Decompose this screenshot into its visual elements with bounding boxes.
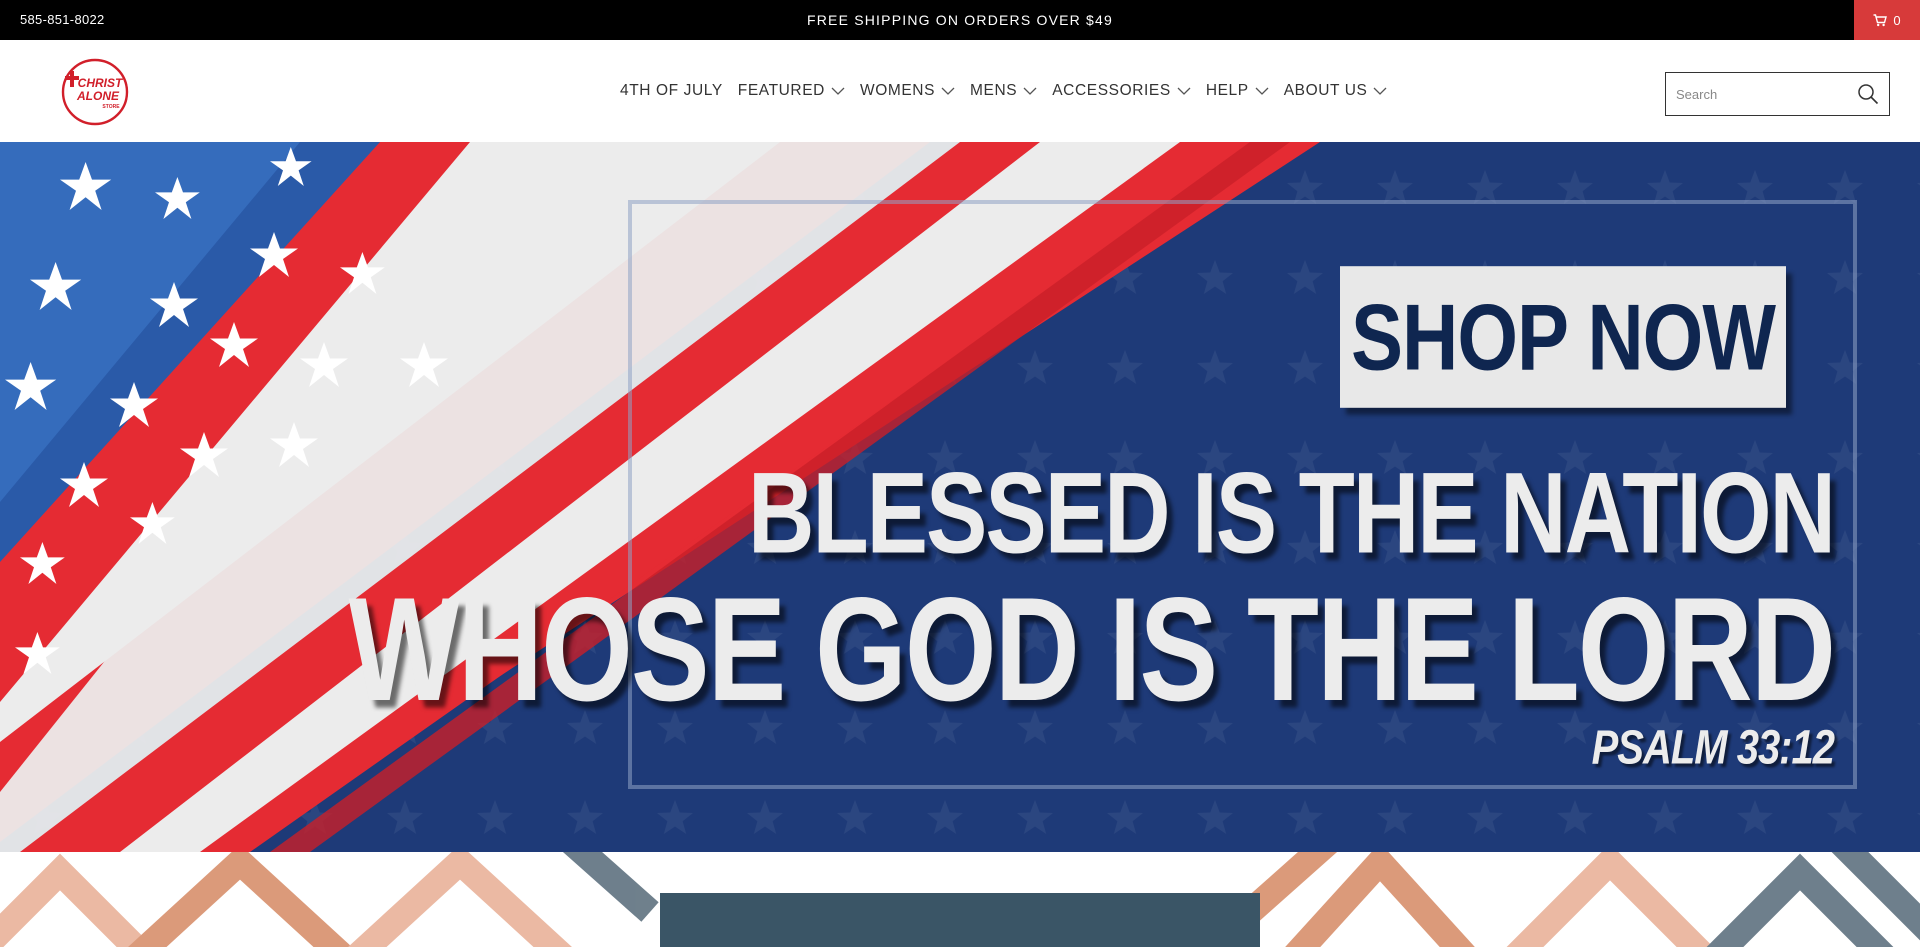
search-box	[1665, 72, 1890, 116]
hero-banner[interactable]: SHOP NOW BLESSED IS THE NATION WHOSE GOD…	[0, 142, 1920, 852]
hero-headline-line1: BLESSED IS THE NATION	[748, 450, 1836, 578]
nav-item-accessories[interactable]: ACCESSORIES	[1052, 82, 1191, 100]
logo-text-line3: STORE	[102, 104, 120, 110]
nav-label: ACCESSORIES	[1052, 82, 1171, 99]
search-icon[interactable]	[1857, 83, 1879, 105]
nav-item-womens[interactable]: WOMENS	[860, 82, 955, 100]
logo-text-line2: ALONE	[76, 89, 120, 103]
chevron-down-icon	[1374, 87, 1387, 95]
nav-item-featured[interactable]: FEATURED	[738, 82, 845, 100]
nav-label: MENS	[970, 82, 1018, 99]
nav-item-4th-of-july[interactable]: 4TH OF JULY	[620, 82, 723, 100]
chevron-down-icon	[941, 87, 955, 95]
nav-item-about-us[interactable]: ABOUT US	[1284, 82, 1388, 100]
chevron-down-icon	[1177, 87, 1191, 95]
nav-label: FEATURED	[737, 82, 825, 99]
shop-now-button[interactable]: SHOP NOW	[1340, 266, 1786, 408]
nav-label: WOMENS	[859, 82, 936, 99]
chevron-down-icon	[831, 87, 845, 95]
store-logo-image: CHRIST ALONE STORE	[61, 58, 129, 126]
search-input[interactable]	[1666, 73, 1856, 115]
nav-item-mens[interactable]: MENS	[970, 82, 1037, 100]
promo-section	[0, 852, 1920, 947]
chevron-down-icon	[1023, 87, 1037, 95]
main-nav: 4TH OF JULY FEATURED WOMENS MENS ACCESSO…	[620, 40, 1387, 142]
nav-label: 4TH OF JULY	[620, 82, 723, 99]
hero-verse-reference: PSALM 33:12	[1591, 721, 1835, 775]
store-logo[interactable]: CHRIST ALONE STORE	[60, 57, 130, 127]
cart-count: 0	[1893, 12, 1901, 28]
nav-label: HELP	[1205, 82, 1249, 99]
announcement-bar: 585-851-8022 FREE SHIPPING ON ORDERS OVE…	[0, 0, 1920, 40]
shipping-announcement: FREE SHIPPING ON ORDERS OVER $49	[806, 12, 1114, 28]
cart-button[interactable]: 0	[1854, 0, 1920, 40]
nav-item-help[interactable]: HELP	[1206, 82, 1269, 100]
nav-label: ABOUT US	[1283, 82, 1368, 99]
promo-card	[660, 893, 1260, 947]
chevron-down-icon	[1255, 87, 1269, 95]
cart-icon	[1873, 13, 1888, 26]
logo-text-line1: CHRIST	[78, 76, 124, 90]
site-header: CHRIST ALONE STORE 4TH OF JULY FEATURED …	[0, 40, 1920, 142]
hero-headline-line2: WHOSE GOD IS THE LORD	[348, 567, 1836, 733]
